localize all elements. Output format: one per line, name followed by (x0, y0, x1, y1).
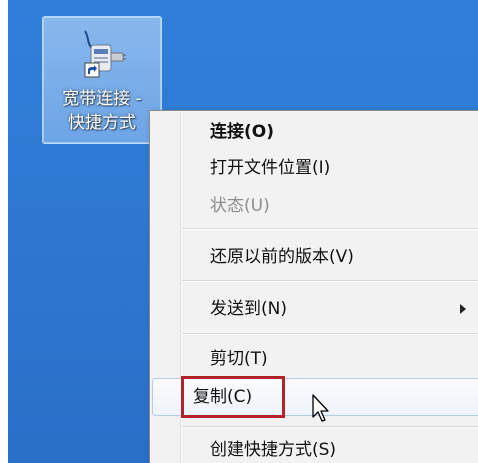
menu-item-connect[interactable]: 连接(O) (152, 114, 478, 150)
desktop-shortcut-icon[interactable]: 宽带连接 - 快捷方式 (42, 16, 162, 144)
menu-item-label: 剪切(T) (210, 349, 268, 369)
menu-separator (182, 280, 478, 282)
menu-item-label: 创建快捷方式(S) (210, 440, 337, 460)
desktop-icon-label-line2: 快捷方式 (68, 113, 136, 133)
copy-highlight-annotation (181, 376, 285, 418)
menu-item-label: 状态(U) (210, 196, 270, 216)
menu-separator (182, 333, 478, 335)
menu-item-cut[interactable]: 剪切(T) (152, 341, 478, 377)
menu-item-label: 打开文件位置(I) (210, 158, 331, 178)
desktop-icon-label-line1: 宽带连接 - (62, 89, 142, 109)
menu-separator (182, 426, 478, 428)
submenu-arrow-icon (460, 304, 466, 314)
menu-item-label: 连接(O) (210, 122, 274, 142)
menu-item-label: 还原以前的版本(V) (210, 247, 354, 267)
mouse-cursor-icon (312, 394, 329, 422)
menu-item-open-file-location[interactable]: 打开文件位置(I) (152, 150, 478, 186)
menu-item-create-shortcut[interactable]: 创建快捷方式(S) (152, 432, 478, 463)
menu-item-status: 状态(U) (152, 188, 478, 224)
menu-item-restore-previous-versions[interactable]: 还原以前的版本(V) (152, 239, 478, 275)
menu-item-send-to[interactable]: 发送到(N) (152, 291, 478, 327)
network-connection-icon (84, 30, 126, 78)
menu-item-label: 发送到(N) (210, 299, 287, 319)
menu-separator (182, 228, 478, 230)
desktop-icon-label: 宽带连接 - 快捷方式 (43, 87, 161, 135)
